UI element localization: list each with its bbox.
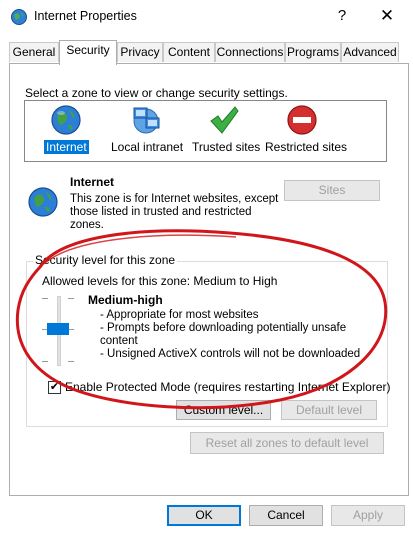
zone-info-description: This zone is for Internet websites, exce… (70, 193, 279, 231)
zone-prompt: Select a zone to view or change security… (25, 86, 288, 100)
allowed-levels: Allowed levels for this zone: Medium to … (42, 274, 278, 288)
tab-content[interactable]: Content (163, 42, 215, 62)
ok-button[interactable]: OK (167, 505, 241, 526)
window-title: Internet Properties (34, 9, 137, 23)
zone-label: Local intranet (111, 140, 184, 154)
zone-label: Internet (44, 140, 89, 154)
slider-tick (42, 298, 48, 299)
protected-mode-label: Enable Protected Mode (requires restarti… (65, 380, 391, 394)
checkmark-icon (208, 104, 240, 139)
slider-tick (68, 361, 74, 362)
security-slider-thumb[interactable] (47, 323, 69, 335)
tab-advanced[interactable]: Advanced (341, 42, 399, 62)
level-bullet: content (100, 335, 138, 347)
cancel-button[interactable]: Cancel (249, 505, 323, 526)
no-entry-icon (286, 104, 318, 139)
tab-strip: General Security Privacy Content Connect… (9, 40, 409, 65)
help-button[interactable]: ? (330, 4, 354, 28)
zone-label: Restricted sites (265, 140, 348, 154)
tab-connections[interactable]: Connections (215, 42, 285, 62)
zone-label: Trusted sites (192, 140, 261, 154)
level-name: Medium-high (88, 293, 163, 307)
globe-icon (50, 104, 82, 139)
slider-tick (68, 298, 74, 299)
custom-level-button[interactable]: Custom level... (176, 400, 271, 420)
tab-security[interactable]: Security (59, 40, 117, 65)
sites-button[interactable]: Sites (284, 180, 380, 201)
internet-options-icon (10, 8, 28, 26)
tab-general[interactable]: General (9, 42, 59, 62)
reset-all-zones-button[interactable]: Reset all zones to default level (190, 432, 384, 454)
apply-button[interactable]: Apply (331, 505, 405, 526)
globe-icon (27, 186, 59, 218)
level-bullet: - Appropriate for most websites (100, 309, 259, 321)
tab-privacy[interactable]: Privacy (117, 42, 163, 62)
computers-icon (130, 104, 162, 139)
slider-tick (42, 361, 48, 362)
tab-programs[interactable]: Programs (285, 42, 341, 62)
security-level-legend: Security level for this zone (33, 253, 178, 267)
level-bullet: - Unsigned ActiveX controls will not be … (100, 348, 361, 360)
close-button[interactable]: ✕ (374, 4, 400, 28)
default-level-button[interactable]: Default level (281, 400, 377, 420)
zone-info-title: Internet (70, 175, 115, 189)
protected-mode-checkbox[interactable]: ✔ (48, 381, 61, 394)
level-bullet: - Prompts before downloading potentially… (100, 322, 347, 334)
level-description: - Appropriate for most websites - Prompt… (100, 309, 380, 361)
